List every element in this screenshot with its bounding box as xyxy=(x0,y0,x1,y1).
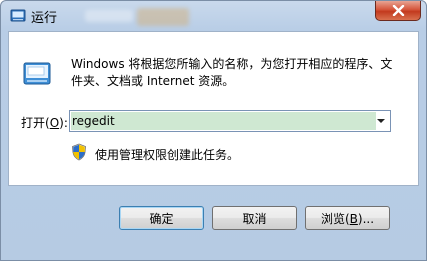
browse-label-prefix: 浏览( xyxy=(320,211,350,226)
title-bar[interactable]: 运行 xyxy=(1,1,426,31)
browse-button[interactable]: 浏览(B)... xyxy=(305,206,390,230)
browse-label-accelerator: B xyxy=(349,211,358,226)
cancel-button-label: 取消 xyxy=(242,211,267,226)
command-input[interactable] xyxy=(70,111,372,131)
title-bar-backdrop xyxy=(85,10,133,22)
close-button[interactable] xyxy=(375,1,421,21)
open-combobox[interactable] xyxy=(69,110,391,132)
close-icon xyxy=(392,5,405,16)
uac-shield-icon xyxy=(72,143,86,161)
open-field-label: 打开(O): xyxy=(21,114,68,131)
run-dialog-window: 运行 Windows 将根据您所输入的名称，为您打开相应的程序、文件夹、文档或 … xyxy=(0,0,427,261)
run-app-icon xyxy=(10,9,26,22)
cancel-button[interactable]: 取消 xyxy=(212,206,297,230)
browse-label-suffix: )... xyxy=(357,211,375,226)
open-label-suffix: ): xyxy=(59,116,68,130)
open-label-prefix: 打开( xyxy=(21,116,50,130)
dropdown-arrow-icon[interactable] xyxy=(374,113,388,129)
ok-button[interactable]: 确定 xyxy=(119,206,204,230)
dialog-description: Windows 将根据您所输入的名称，为您打开相应的程序、文件夹、文档或 Int… xyxy=(71,57,393,88)
run-program-icon xyxy=(23,62,51,85)
admin-privilege-note: 使用管理权限创建此任务。 xyxy=(95,148,240,162)
title-bar-backdrop-accent xyxy=(137,8,189,26)
window-title: 运行 xyxy=(31,11,58,26)
browse-button-label: 浏览(B)... xyxy=(321,210,374,227)
ok-button-label: 确定 xyxy=(149,211,174,226)
open-label-accelerator: O xyxy=(49,116,60,130)
